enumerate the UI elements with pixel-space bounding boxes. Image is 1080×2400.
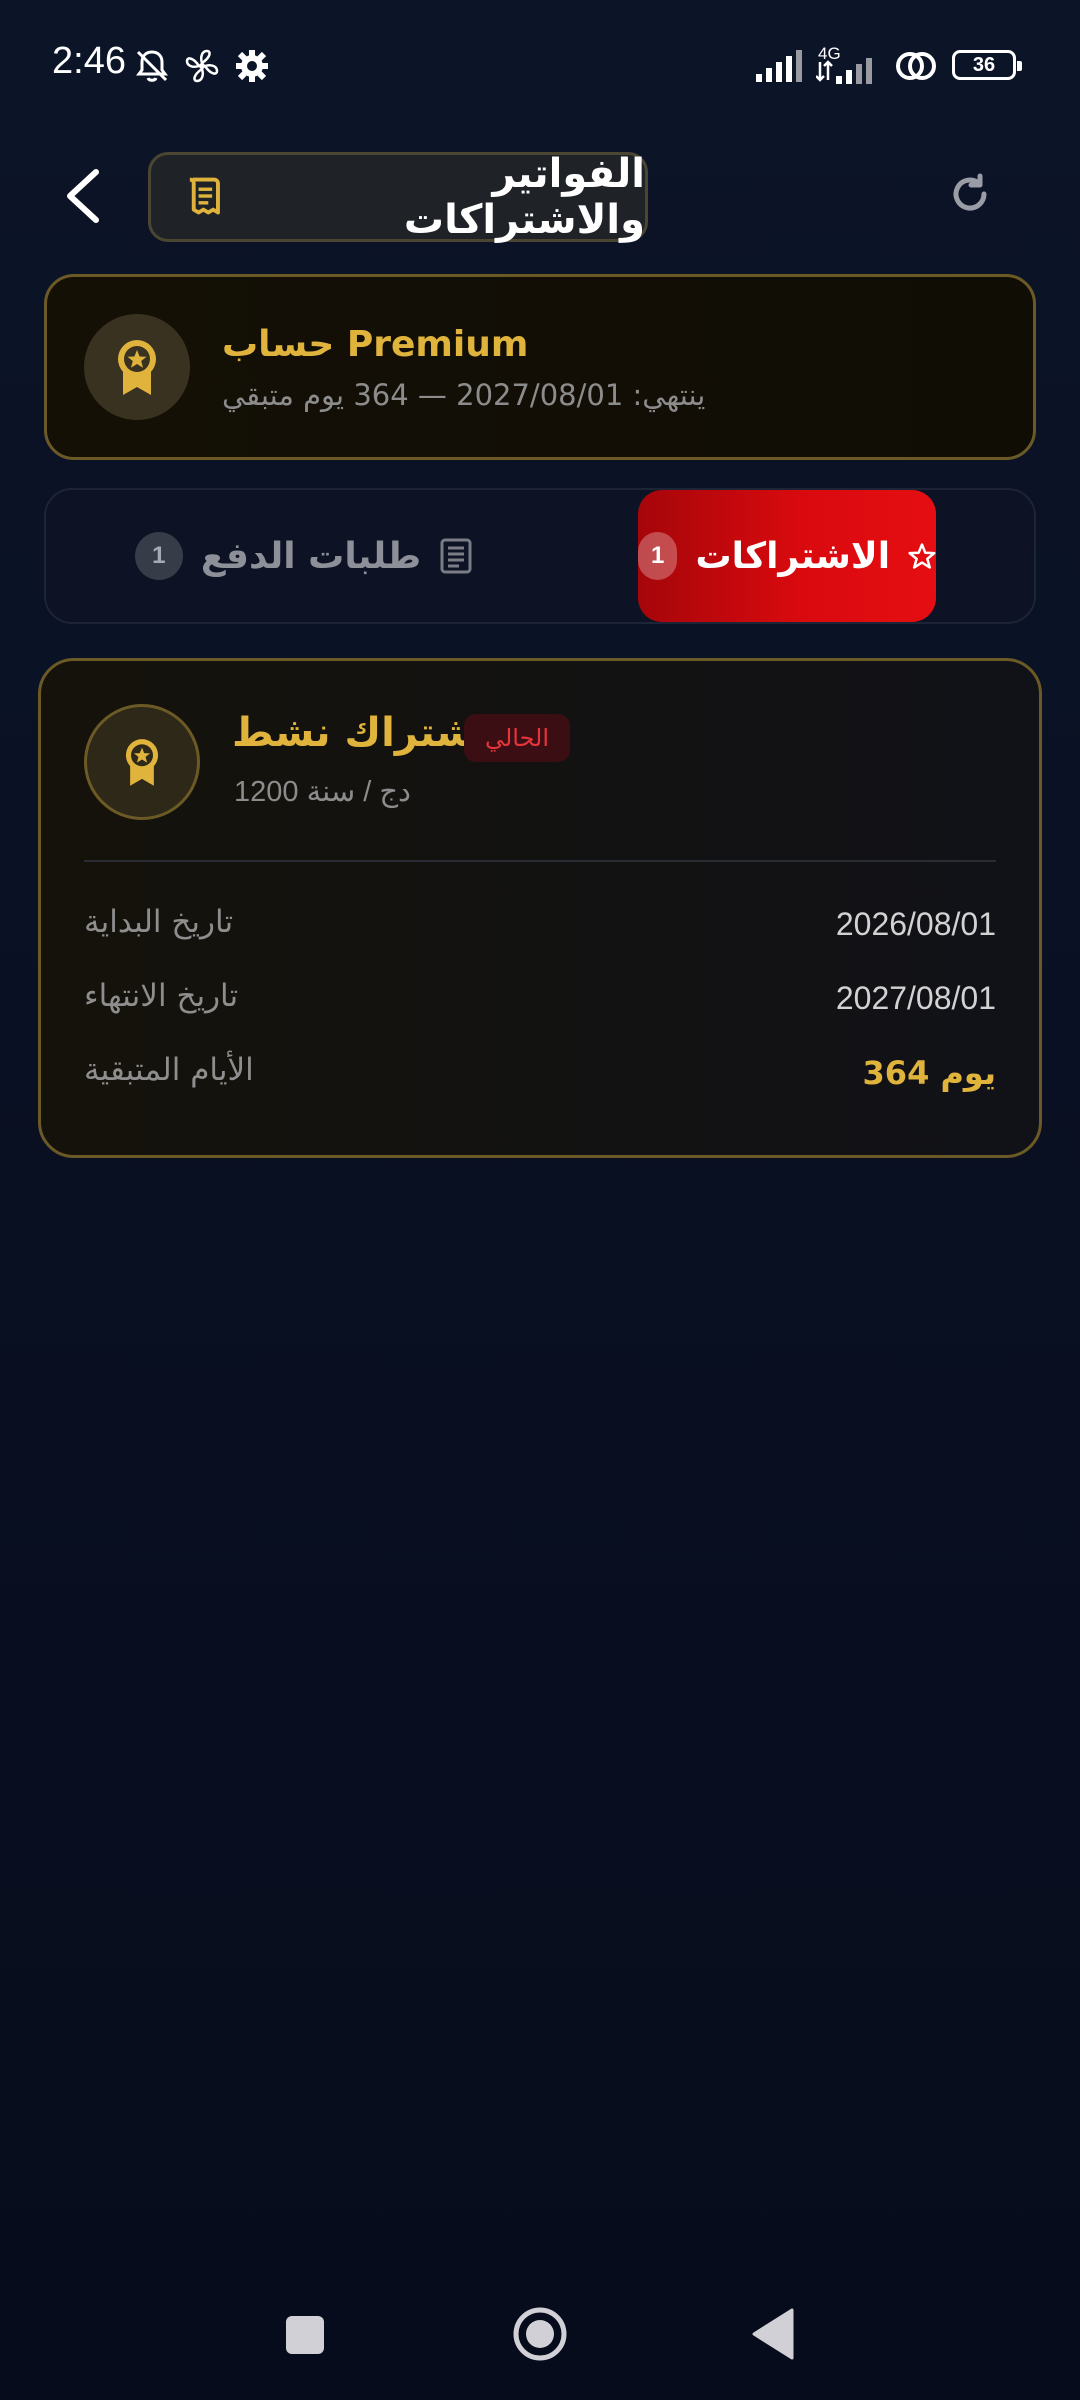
- subscription-price: دج / سنة 1200: [234, 776, 411, 808]
- subscription-name: اشتراك نشط: [232, 710, 490, 756]
- days-remaining-label: الأيام المتبقية: [84, 1052, 254, 1088]
- list-icon: [440, 538, 472, 574]
- days-remaining-value: 364 يوم: [862, 1054, 996, 1092]
- page-title-pill: الفواتير والاشتراكات: [148, 151, 648, 243]
- star-icon: [908, 543, 936, 569]
- premium-medal: [84, 314, 190, 420]
- home-button[interactable]: [512, 2306, 568, 2362]
- recent-apps-button[interactable]: [286, 2316, 324, 2354]
- gear-icon: [236, 50, 268, 82]
- battery-level: 36: [972, 53, 996, 76]
- refresh-button[interactable]: [946, 170, 994, 218]
- end-date-label: تاريخ الانتهاء: [84, 978, 239, 1014]
- current-badge: الحالي: [464, 714, 570, 762]
- tab-label: الاشتراكات: [695, 535, 891, 577]
- premium-expiry: ينتهي: 2027/08/01 — 364 يوم متبقي: [222, 378, 706, 412]
- premium-title: حساب Premium: [222, 324, 529, 365]
- signal-icon: [756, 50, 802, 82]
- fan-icon: [185, 49, 219, 83]
- medal-icon: [125, 739, 159, 786]
- tab-payment-requests[interactable]: 1 طلبات الدفع: [134, 508, 474, 604]
- page-title: الفواتير والاشتراكات: [403, 151, 645, 243]
- start-date-value: 2026/08/01: [835, 906, 996, 942]
- battery-icon: 36: [952, 50, 1022, 80]
- divider: [84, 860, 996, 862]
- medal-icon: [118, 340, 156, 395]
- receipt-icon: [189, 177, 220, 215]
- status-time: 2:46: [52, 40, 126, 82]
- end-date-value: 2027/08/01: [835, 980, 996, 1016]
- start-date-label: تاريخ البداية: [84, 904, 234, 940]
- tab-count-badge: 1: [638, 532, 678, 580]
- nav-back-button[interactable]: [752, 2308, 794, 2360]
- tab-label: طلبات الدفع: [200, 535, 422, 577]
- tab-count-badge: 1: [134, 532, 183, 580]
- premium-account-card: [44, 274, 1036, 460]
- hotspot-icon: [896, 52, 936, 80]
- signal-4g-icon: [816, 58, 872, 84]
- tab-subscriptions[interactable]: 1 الاشتراكات: [638, 490, 936, 622]
- back-button[interactable]: [56, 166, 112, 226]
- bell-off-icon: [136, 50, 168, 82]
- subscription-medal: [84, 704, 200, 820]
